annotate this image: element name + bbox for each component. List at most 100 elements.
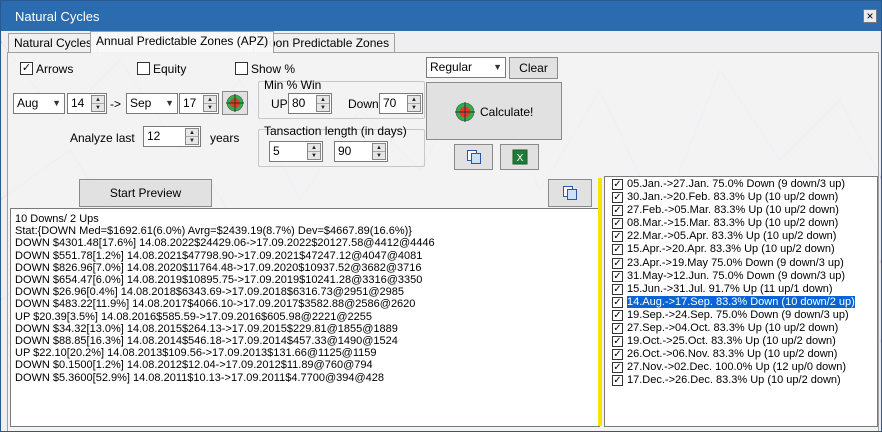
spin-down-icon[interactable]: ▼: [186, 137, 198, 145]
zone-checkbox[interactable]: ✓: [612, 375, 623, 387]
to-day-spinner[interactable]: 17 ▲ ▼: [179, 93, 219, 114]
zone-label: 19.Oct.->25.Oct. 83.3% Up (10 up/2 down): [627, 335, 836, 348]
zone-list-item[interactable]: ✓ 27.Feb.->05.Mar. 83.3% Up (10 up/2 down…: [605, 204, 877, 217]
title-bar: Natural Cycles ×: [1, 1, 881, 31]
spin-up-icon[interactable]: ▲: [186, 129, 198, 137]
show-percent-checkbox[interactable]: [235, 62, 248, 75]
zone-list-item[interactable]: ✓ 17.Dec.->26.Dec. 83.3% Up (10 up/2 down…: [605, 374, 877, 387]
zone-checkbox[interactable]: ✓: [612, 179, 623, 190]
tab-apz[interactable]: Annual Predictable Zones (APZ): [90, 31, 275, 53]
zone-list-item[interactable]: ✓ 22.Mar.->05.Apr. 83.3% Up (10 up/2 down…: [605, 230, 877, 243]
zone-list-item[interactable]: ✓ 15.Apr.->20.Apr. 83.3% Up (10 up/2 down…: [605, 243, 877, 256]
spin-up-icon[interactable]: ▲: [408, 96, 420, 104]
zone-checkbox[interactable]: ✓: [612, 283, 623, 295]
transaction-label: Tansaction length (in days): [264, 124, 407, 138]
spin-up-icon[interactable]: ▲: [204, 96, 216, 104]
zone-checkbox[interactable]: ✓: [612, 309, 623, 321]
chevron-down-icon: ▼: [52, 98, 61, 108]
spin-up-icon[interactable]: ▲: [373, 144, 385, 152]
zone-list-item[interactable]: ✓ 30.Jan.->20.Feb. 83.3% Up (10 up/2 down…: [605, 191, 877, 204]
tab-moon-zones[interactable]: Moon Predictable Zones: [253, 33, 396, 53]
output-line: DOWN $34.32[13.0%] 14.08.2015$264.13->17…: [15, 322, 398, 335]
from-day-spinner[interactable]: 14 ▲ ▼: [67, 93, 107, 114]
from-month-select[interactable]: Aug ▼: [13, 93, 65, 114]
zone-list-item[interactable]: ✓ 31.May->12.Jun. 75.0% Down (9 down/3 up…: [605, 270, 877, 283]
chevron-down-icon: ▼: [165, 98, 174, 108]
mode-value: Regular: [430, 60, 473, 74]
analyze-label: Analyze last: [70, 131, 135, 145]
spin-down-icon[interactable]: ▼: [204, 104, 216, 112]
spin-down-icon[interactable]: ▼: [408, 104, 420, 112]
arrows-checkbox[interactable]: ✓: [20, 62, 33, 75]
calculate-button[interactable]: Calculate!: [426, 82, 562, 140]
zone-checkbox[interactable]: ✓: [612, 270, 623, 282]
spin-buttons[interactable]: ▲ ▼: [91, 95, 105, 112]
zone-checkbox[interactable]: ✓: [612, 244, 623, 256]
spin-up-icon[interactable]: ▲: [308, 144, 320, 152]
zone-checkbox[interactable]: ✓: [612, 362, 623, 374]
start-preview-button[interactable]: Start Preview: [79, 179, 212, 207]
to-day-value: 17: [183, 96, 197, 110]
show-percent-label: Show %: [251, 62, 296, 76]
analyze-years-spinner[interactable]: 12 ▲ ▼: [143, 126, 201, 147]
mode-select[interactable]: Regular ▼: [426, 57, 506, 78]
zone-list-item[interactable]: ✓ 05.Jan.->27.Jan. 75.0% Down (9 down/3 u…: [605, 178, 877, 191]
output-line: DOWN $483.22[11.9%] 14.08.2017$4066.10->…: [15, 298, 416, 311]
spin-down-icon[interactable]: ▼: [373, 152, 385, 160]
zone-label: 31.May->12.Jun. 75.0% Down (9 down/3 up): [627, 269, 845, 282]
transaction-max-value: 90: [338, 144, 352, 158]
zone-checkbox[interactable]: ✓: [612, 336, 623, 348]
zone-checkbox[interactable]: ✓: [612, 349, 623, 361]
spin-buttons[interactable]: ▲ ▼: [316, 95, 330, 112]
tab-natural-cycles[interactable]: Natural Cycles: [8, 33, 99, 53]
results-output[interactable]: 10 Downs/ 2 Ups Stat:{DOWN Med=$1692.61(6…: [10, 208, 600, 427]
min-win-down-spinner[interactable]: 70 ▲ ▼: [379, 93, 423, 114]
zone-checkbox[interactable]: ✓: [612, 192, 623, 204]
zone-list-item[interactable]: ✓ 27.Sep.->04.Oct. 83.3% Up (10 up/2 down…: [605, 322, 877, 335]
excel-export-button[interactable]: X: [500, 144, 539, 170]
spin-down-icon[interactable]: ▼: [92, 104, 104, 112]
equity-checkbox[interactable]: [137, 62, 150, 75]
zone-list-item[interactable]: ✓ 23.Apr.->19.May 75.0% Down (9 down/3 up…: [605, 257, 877, 270]
zone-checkbox[interactable]: ✓: [612, 205, 623, 217]
min-win-up-value: 80: [292, 96, 306, 110]
zone-checkbox[interactable]: ✓: [612, 218, 623, 230]
copy-results-button[interactable]: [548, 179, 592, 207]
output-line: DOWN $0.1500[1.2%] 14.08.2012$12.04->17.…: [15, 359, 373, 372]
zone-checkbox[interactable]: ✓: [612, 296, 623, 308]
zone-checkbox[interactable]: ✓: [612, 231, 623, 243]
min-win-up-spinner[interactable]: 80 ▲ ▼: [288, 93, 332, 114]
to-month-select[interactable]: Sep ▼: [126, 93, 178, 114]
zone-list-item[interactable]: ✓ 08.Mar.->15.Mar. 83.3% Up (10 up/2 down…: [605, 217, 877, 230]
transaction-max-spinner[interactable]: 90 ▲ ▼: [334, 141, 388, 162]
spin-buttons[interactable]: ▲ ▼: [307, 143, 321, 160]
zone-list-item[interactable]: ✓ 26.Oct.->06.Nov. 83.3% Up (10 up/2 down…: [605, 348, 877, 361]
zone-list-item[interactable]: ✓ 19.Oct.->25.Oct. 83.3% Up (10 up/2 down…: [605, 335, 877, 348]
zone-checkbox[interactable]: ✓: [612, 323, 623, 335]
target-button[interactable]: [222, 91, 248, 115]
close-button[interactable]: ×: [863, 9, 877, 23]
spin-buttons[interactable]: ▲ ▼: [203, 95, 217, 112]
zones-list[interactable]: ✓ 05.Jan.->27.Jan. 75.0% Down (9 down/3 u…: [604, 176, 878, 427]
copy-button[interactable]: [454, 144, 493, 170]
spin-up-icon[interactable]: ▲: [317, 96, 329, 104]
zone-list-item[interactable]: ✓ 15.Jun.->31.Jul. 91.7% Up (11 up/1 down…: [605, 283, 877, 296]
down-label: Down: [348, 97, 379, 111]
zone-checkbox[interactable]: ✓: [612, 257, 623, 269]
zone-label: 27.Feb.->05.Mar. 83.3% Up (10 up/2 down): [627, 204, 839, 217]
transaction-min-spinner[interactable]: 5 ▲ ▼: [269, 141, 323, 162]
spin-buttons[interactable]: ▲ ▼: [372, 143, 386, 160]
zone-label: 17.Dec.->26.Dec. 83.3% Up (10 up/2 down): [627, 374, 841, 387]
splitter-bar[interactable]: [598, 178, 602, 426]
clear-button[interactable]: Clear: [509, 57, 558, 79]
zone-list-item[interactable]: ✓ 14.Aug.->17.Sep. 83.3% Down (10 down/2 …: [605, 294, 877, 309]
spin-down-icon[interactable]: ▼: [308, 152, 320, 160]
output-line: DOWN $26.96[0.4%] 14.08.2018$6343.69->17…: [15, 286, 404, 299]
zone-list-item[interactable]: ✓ 27.Nov.->02.Dec. 100.0% Up (12 up/0 dow…: [605, 361, 877, 374]
zone-label: 08.Mar.->15.Mar. 83.3% Up (10 up/2 down): [627, 217, 839, 230]
spin-up-icon[interactable]: ▲: [92, 96, 104, 104]
spin-buttons[interactable]: ▲ ▼: [185, 128, 199, 145]
spin-down-icon[interactable]: ▼: [317, 104, 329, 112]
spin-buttons[interactable]: ▲ ▼: [407, 95, 421, 112]
zone-list-item[interactable]: ✓ 19.Sep.->24.Sep. 75.0% Down (9 down/3 u…: [605, 309, 877, 322]
